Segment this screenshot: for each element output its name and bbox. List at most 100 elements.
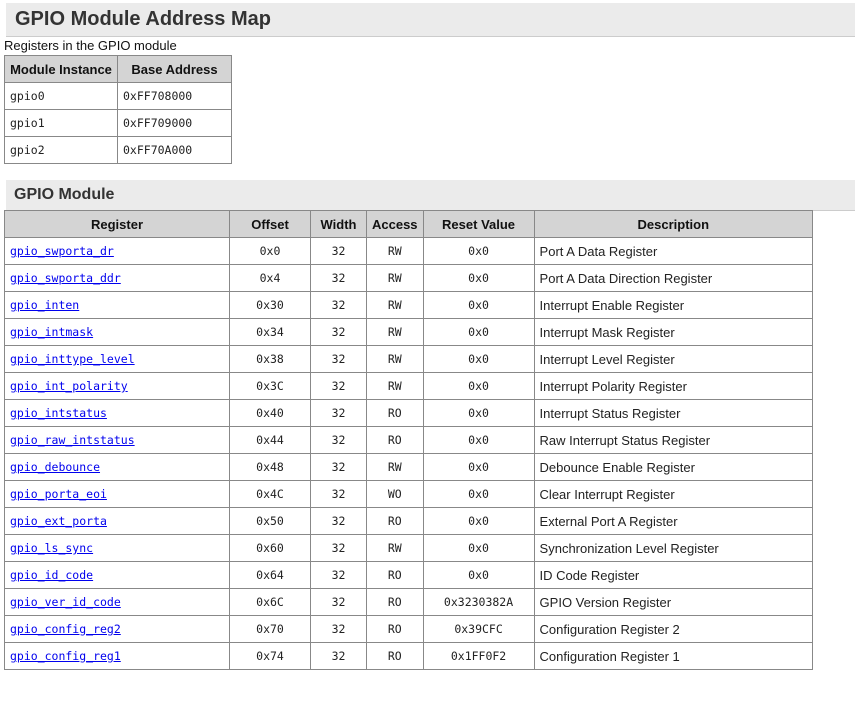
offset-cell: 0x34 (229, 318, 311, 346)
description-cell: Interrupt Mask Register (533, 318, 814, 346)
description-cell: Interrupt Enable Register (533, 291, 814, 319)
module-instance: gpio2 (4, 136, 118, 164)
width-cell: 32 (310, 318, 367, 346)
reset-value-cell: 0x0 (422, 453, 535, 481)
width-cell: 32 (310, 291, 367, 319)
page-title-bar: GPIO Module Address Map (6, 3, 855, 37)
register-link[interactable]: gpio_porta_eoi (10, 487, 107, 501)
column-header: Base Address (117, 55, 232, 83)
offset-cell: 0x44 (229, 426, 311, 454)
register-link[interactable]: gpio_int_polarity (10, 379, 128, 393)
base-address: 0xFF70A000 (117, 136, 232, 164)
register-link[interactable]: gpio_config_reg2 (10, 622, 121, 636)
offset-cell: 0x38 (229, 345, 311, 373)
register-link[interactable]: gpio_intstatus (10, 406, 107, 420)
table-row: gpio_raw_intstatus 0x44 32 RO 0x0 Raw Interru… (4, 426, 814, 454)
access-cell: RW (366, 453, 424, 481)
table-row: gpio_inten 0x30 32 RW 0x0 Interrupt Enable Re… (4, 291, 814, 319)
register-link-cell: gpio_ext_porta (4, 507, 230, 535)
width-cell: 32 (310, 264, 367, 292)
width-cell: 32 (310, 399, 367, 427)
register-link[interactable]: gpio_swporta_dr (10, 244, 114, 258)
reset-value-cell: 0x0 (422, 264, 535, 292)
access-cell: RW (366, 264, 424, 292)
offset-cell: 0x3C (229, 372, 311, 400)
section-title-bar: GPIO Module (6, 180, 855, 211)
register-link-cell: gpio_config_reg2 (4, 615, 230, 643)
subtitle: Registers in the GPIO module (4, 38, 177, 53)
width-cell: 32 (310, 615, 367, 643)
reset-value-cell: 0x0 (422, 345, 535, 373)
offset-cell: 0x64 (229, 561, 311, 589)
register-link-cell: gpio_intmask (4, 318, 230, 346)
column-header: Offset (229, 210, 311, 238)
width-cell: 32 (310, 534, 367, 562)
offset-cell: 0x74 (229, 642, 311, 670)
offset-cell: 0x30 (229, 291, 311, 319)
register-link[interactable]: gpio_swporta_ddr (10, 271, 121, 285)
register-link-cell: gpio_raw_intstatus (4, 426, 230, 454)
register-link[interactable]: gpio_inttype_level (10, 352, 135, 366)
column-header: Register (4, 210, 230, 238)
register-link[interactable]: gpio_inten (10, 298, 79, 312)
base-address: 0xFF708000 (117, 82, 232, 110)
reset-value-cell: 0x0 (422, 237, 535, 265)
offset-cell: 0x40 (229, 399, 311, 427)
register-link[interactable]: gpio_debounce (10, 460, 100, 474)
register-link[interactable]: gpio_intmask (10, 325, 93, 339)
access-cell: RW (366, 237, 424, 265)
register-link[interactable]: gpio_id_code (10, 568, 93, 582)
description-cell: Interrupt Polarity Register (533, 372, 814, 400)
table-row: gpio_ext_porta 0x50 32 RO 0x0 External Port A… (4, 507, 814, 535)
reset-value-cell: 0x39CFC (422, 615, 535, 643)
register-link[interactable]: gpio_ver_id_code (10, 595, 121, 609)
table-row: gpio_swporta_ddr 0x4 32 RW 0x0 Port A Data Di… (4, 264, 814, 292)
page-title: GPIO Module Address Map (15, 8, 271, 30)
table-row: gpio_ver_id_code 0x6C 32 RO 0x3230382A GPIO V… (4, 588, 814, 616)
register-link[interactable]: gpio_config_reg1 (10, 649, 121, 663)
width-cell: 32 (310, 372, 367, 400)
column-header: Access (366, 210, 424, 238)
table-row: gpio_inttype_level 0x38 32 RW 0x0 Interrupt L… (4, 345, 814, 373)
reset-value-cell: 0x0 (422, 507, 535, 535)
column-header: Width (310, 210, 367, 238)
table-row: gpio_config_reg2 0x70 32 RO 0x39CFC Configura… (4, 615, 814, 643)
description-cell: Port A Data Direction Register (533, 264, 814, 292)
description-cell: Clear Interrupt Register (533, 480, 814, 508)
column-header: Description (533, 210, 814, 238)
description-cell: Debounce Enable Register (533, 453, 814, 481)
width-cell: 32 (310, 345, 367, 373)
register-link-cell: gpio_ver_id_code (4, 588, 230, 616)
table-row: gpio_debounce 0x48 32 RW 0x0 Debounce Enable … (4, 453, 814, 481)
register-link-cell: gpio_swporta_ddr (4, 264, 230, 292)
register-link-cell: gpio_debounce (4, 453, 230, 481)
description-cell: Configuration Register 1 (533, 642, 814, 670)
access-cell: RO (366, 399, 424, 427)
access-cell: RW (366, 372, 424, 400)
offset-cell: 0x48 (229, 453, 311, 481)
table-row: gpio0 0xFF708000 (4, 82, 232, 110)
register-link-cell: gpio_int_polarity (4, 372, 230, 400)
register-link-cell: gpio_id_code (4, 561, 230, 589)
register-link-cell: gpio_swporta_dr (4, 237, 230, 265)
description-cell: GPIO Version Register (533, 588, 814, 616)
offset-cell: 0x0 (229, 237, 311, 265)
reset-value-cell: 0x0 (422, 318, 535, 346)
width-cell: 32 (310, 588, 367, 616)
description-cell: Raw Interrupt Status Register (533, 426, 814, 454)
offset-cell: 0x50 (229, 507, 311, 535)
table-row: gpio_id_code 0x64 32 RO 0x0 ID Code Register (4, 561, 814, 589)
register-link[interactable]: gpio_raw_intstatus (10, 433, 135, 447)
reset-value-cell: 0x0 (422, 534, 535, 562)
access-cell: RO (366, 588, 424, 616)
access-cell: RW (366, 534, 424, 562)
column-header: Module Instance (4, 55, 118, 83)
register-link[interactable]: gpio_ls_sync (10, 541, 93, 555)
width-cell: 32 (310, 642, 367, 670)
register-link[interactable]: gpio_ext_porta (10, 514, 107, 528)
width-cell: 32 (310, 561, 367, 589)
access-cell: RO (366, 507, 424, 535)
register-link-cell: gpio_intstatus (4, 399, 230, 427)
width-cell: 32 (310, 237, 367, 265)
access-cell: RW (366, 291, 424, 319)
